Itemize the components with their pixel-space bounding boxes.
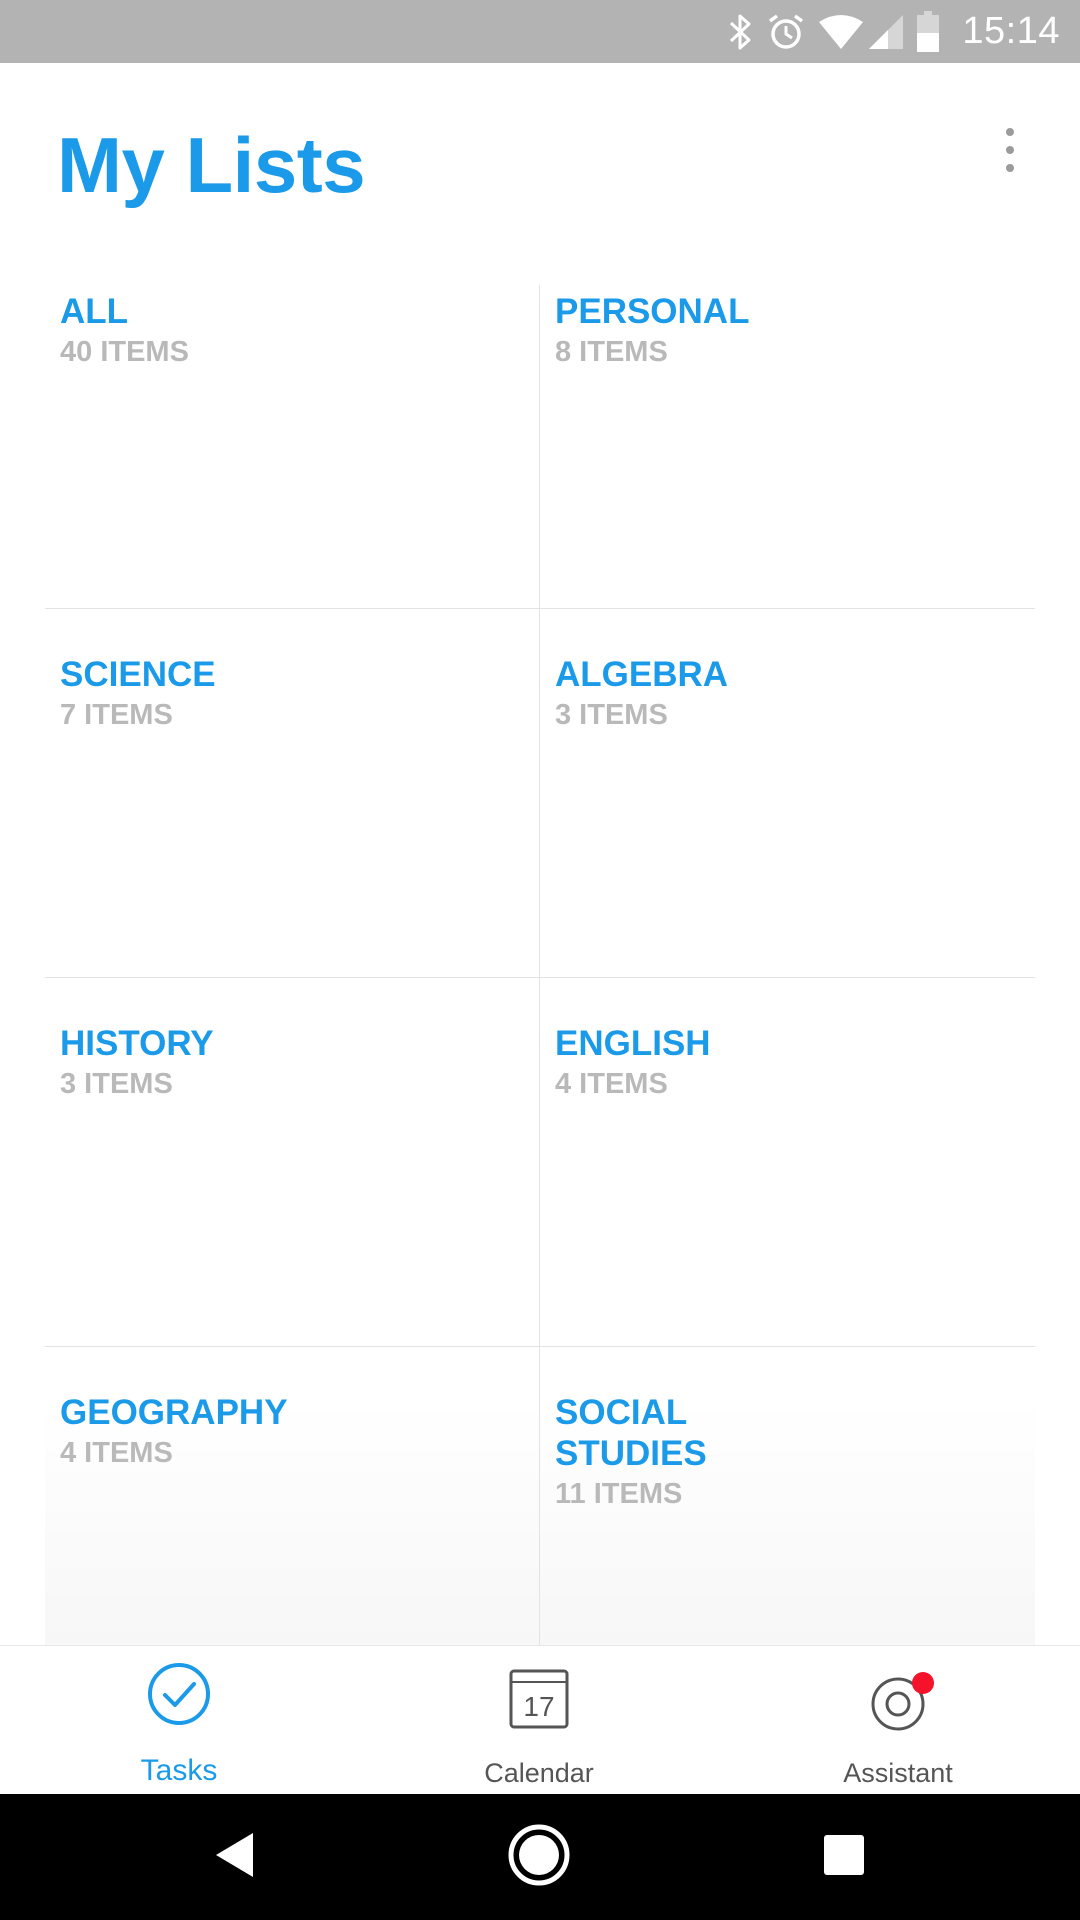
recents-button[interactable] xyxy=(784,1794,904,1920)
bluetooth-icon xyxy=(728,12,754,52)
list-name: HISTORY xyxy=(60,1024,214,1063)
row-divider xyxy=(45,608,1035,609)
assistant-icon xyxy=(870,1672,934,1737)
bottom-nav: Tasks 17 Calendar Assistant xyxy=(0,1645,1080,1795)
back-icon xyxy=(213,1831,257,1884)
notification-badge xyxy=(912,1672,934,1694)
more-options-button[interactable] xyxy=(990,118,1030,182)
calendar-icon: 17 xyxy=(508,1668,570,1735)
tab-tasks[interactable]: Tasks xyxy=(69,1646,289,1795)
page-title: My Lists xyxy=(57,121,366,209)
system-nav-bar xyxy=(0,1794,1080,1920)
list-name: ALGEBRA xyxy=(555,655,729,694)
tab-label: Tasks xyxy=(140,1754,218,1787)
status-icons: 15:14 xyxy=(716,0,1060,63)
more-vertical-icon xyxy=(1006,128,1014,136)
list-card-social-studies[interactable]: SOCIAL STUDIES 11 ITEMS xyxy=(540,1386,1034,1645)
list-name: ENGLISH xyxy=(555,1024,711,1063)
row-divider xyxy=(45,977,1035,978)
status-bar: 15:14 xyxy=(0,0,1080,63)
list-count: 11 ITEMS xyxy=(555,1478,683,1510)
list-grid: ALL 40 ITEMS PERSONAL 8 ITEMS SCIENCE 7 … xyxy=(45,285,1035,1645)
cell-signal-icon xyxy=(868,14,904,50)
list-count: 4 ITEMS xyxy=(60,1437,173,1469)
row-divider xyxy=(45,1346,1035,1347)
tab-label: Calendar xyxy=(484,1758,594,1788)
tab-assistant[interactable]: Assistant xyxy=(788,1646,1008,1795)
list-count: 4 ITEMS xyxy=(555,1068,668,1100)
home-icon xyxy=(507,1823,571,1892)
tab-calendar[interactable]: 17 Calendar xyxy=(429,1646,649,1795)
list-count: 3 ITEMS xyxy=(555,699,668,731)
list-card-geography[interactable]: GEOGRAPHY 4 ITEMS xyxy=(45,1386,539,1645)
list-card-personal[interactable]: PERSONAL 8 ITEMS xyxy=(540,285,1034,608)
list-count: 3 ITEMS xyxy=(60,1068,173,1100)
list-card-english[interactable]: ENGLISH 4 ITEMS xyxy=(540,1017,1034,1346)
list-card-science[interactable]: SCIENCE 7 ITEMS xyxy=(45,648,539,977)
recents-icon xyxy=(823,1834,865,1881)
wifi-icon xyxy=(818,14,864,50)
status-time: 15:14 xyxy=(962,10,1060,52)
list-card-all[interactable]: ALL 40 ITEMS xyxy=(45,285,539,608)
list-name: PERSONAL xyxy=(555,292,750,331)
battery-icon xyxy=(916,10,940,53)
home-button[interactable] xyxy=(479,1794,599,1920)
calendar-day: 17 xyxy=(523,1691,554,1722)
list-name: ALL xyxy=(60,292,129,331)
list-name: SOCIAL STUDIES xyxy=(555,1393,707,1473)
tab-label: Assistant xyxy=(843,1758,953,1788)
check-circle-icon xyxy=(146,1661,212,1732)
list-card-algebra[interactable]: ALGEBRA 3 ITEMS xyxy=(540,648,1034,977)
alarm-icon xyxy=(766,12,806,52)
list-count: 40 ITEMS xyxy=(60,336,189,368)
back-button[interactable] xyxy=(175,1794,295,1920)
list-count: 7 ITEMS xyxy=(60,699,173,731)
list-name: GEOGRAPHY xyxy=(60,1393,288,1432)
list-name: SCIENCE xyxy=(60,655,216,694)
list-card-history[interactable]: HISTORY 3 ITEMS xyxy=(45,1017,539,1346)
list-count: 8 ITEMS xyxy=(555,336,668,368)
